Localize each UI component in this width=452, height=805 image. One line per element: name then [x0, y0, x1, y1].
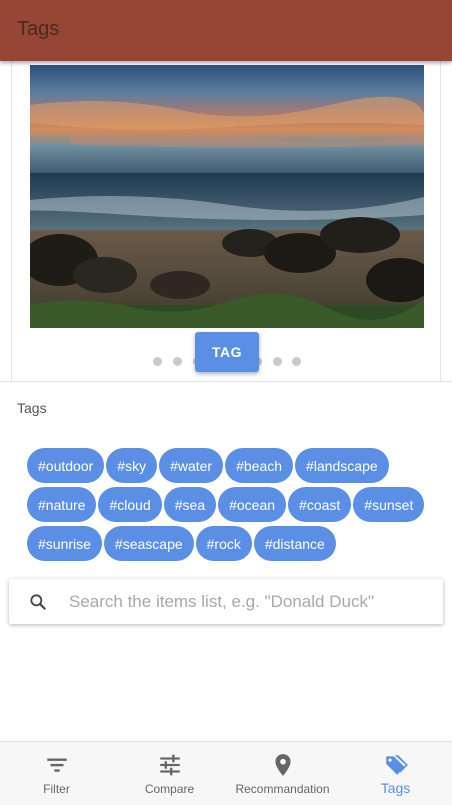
tag-chip[interactable]: #ocean [218, 487, 287, 522]
search-icon[interactable] [28, 592, 48, 612]
tag-chip-list: #outdoor #sky #water #beach #landscape #… [27, 448, 437, 565]
tags-section-label: Tags [17, 400, 47, 416]
nav-item-tags[interactable]: Tags [339, 742, 452, 804]
tag-chip[interactable]: #beach [225, 448, 294, 483]
tag-chip[interactable]: #distance [253, 526, 336, 561]
search-bar [9, 579, 443, 624]
bottom-navigation: Filter Compare Recommandation Tags [0, 741, 452, 805]
tag-chip[interactable]: #sunrise [27, 526, 102, 561]
tag-chip[interactable]: #sunset [353, 487, 425, 522]
tag-chip[interactable]: #outdoor [27, 448, 105, 483]
tag-chip[interactable]: #seascape [103, 526, 194, 561]
divider [0, 381, 452, 382]
carousel-dot[interactable] [173, 357, 182, 366]
tag-button[interactable]: TAG [195, 332, 259, 372]
nav-item-filter[interactable]: Filter [0, 742, 113, 804]
tag-icon [385, 755, 408, 775]
nav-item-recommandation[interactable]: Recommandation [226, 742, 339, 804]
tag-chip[interactable]: #water [159, 448, 224, 483]
filter-icon [46, 758, 67, 772]
search-input[interactable] [69, 579, 429, 624]
carousel-dot[interactable] [292, 357, 301, 366]
nav-label: Recommandation [235, 782, 330, 796]
tag-chip[interactable]: #coast [288, 487, 352, 522]
nav-label: Compare [144, 782, 195, 796]
sliders-icon [159, 754, 180, 776]
carousel-dot[interactable] [273, 357, 282, 366]
beach-sunset-photo [30, 65, 424, 328]
app-bar: Tags [0, 0, 452, 61]
tag-chip[interactable]: #nature [27, 487, 97, 522]
tag-chip[interactable]: #sky [106, 448, 158, 483]
tag-chip[interactable]: #landscape [295, 448, 389, 483]
tag-chip-row: #outdoor #sky #water #beach #landscape [27, 448, 437, 483]
nav-item-compare[interactable]: Compare [113, 742, 226, 804]
tag-chip[interactable]: #rock [195, 526, 252, 561]
carousel-dot[interactable] [153, 357, 162, 366]
tag-chip-row: #sunrise #seascape #rock #distance [27, 526, 437, 561]
nav-label: Tags [380, 780, 411, 796]
location-pin-icon [274, 754, 291, 776]
page-title: Tags [17, 18, 60, 40]
tag-chip-row: #nature #cloud #sea #ocean #coast #sunse… [27, 487, 437, 522]
nav-label: Filter [43, 782, 70, 796]
tag-chip[interactable]: #cloud [98, 487, 162, 522]
image-carousel-card: TAG [11, 61, 441, 382]
tag-chip[interactable]: #sea [163, 487, 217, 522]
